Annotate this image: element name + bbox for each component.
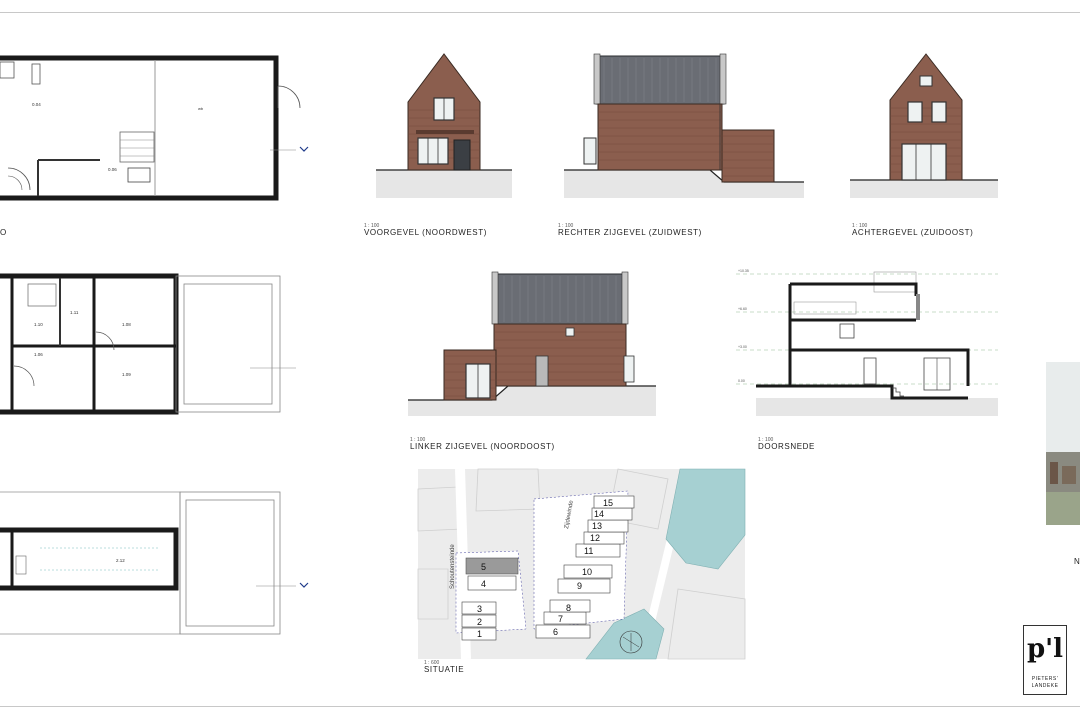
svg-text:+10.35: +10.35 [738,269,749,273]
logo-line-1: PIETERS' [1031,676,1059,682]
plot-10: 10 [582,567,592,577]
plot-11: 11 [584,546,593,556]
elevation-voorgevel [376,52,516,202]
plot-3: 3 [477,604,482,614]
ground-plan-caption: O [0,228,7,237]
sheet-bottom-border [0,706,1080,707]
plot-12: 12 [590,533,600,543]
svg-text:+6.60: +6.60 [738,307,747,311]
plot-4: 4 [481,579,486,589]
road-schoutensteinde: Schoutensteinde [450,544,456,589]
plot-1: 1 [477,629,482,639]
achter-caption: ACHTERGEVEL (ZUIDOOST) [852,228,974,237]
svg-text:1.08: 1.08 [122,322,131,327]
ground-floor-plan: 0.04 0.06 wb [0,50,320,210]
plot-14: 14 [594,509,604,519]
render-photo-thumbnail [1046,362,1080,525]
linker-caption: LINKER ZIJGEVEL (NOORDOOST) [410,442,555,451]
svg-text:2.12: 2.12 [116,558,125,563]
plot-5: 5 [481,562,486,572]
svg-text:1.11: 1.11 [70,310,79,315]
elevation-linker-zijgevel [408,270,658,420]
plot-9: 9 [577,581,582,591]
section-doorsnede: +10.35 +6.60 +3.00 0.00 [736,266,1006,426]
plot-13: 13 [592,521,602,531]
plot-7: 7 [558,614,563,624]
attic-floor-plan: 2.12 [0,490,320,640]
svg-text:1.10: 1.10 [34,322,43,327]
svg-text:0.00: 0.00 [738,379,745,383]
voorgevel-caption: VOORGEVEL (NOORDWEST) [364,228,487,237]
pieters-landeke-logo: p'l PIETERS' LANDEKE [1023,625,1067,695]
elevation-rechter-zijgevel [564,52,809,202]
svg-text:0.06: 0.06 [108,167,117,172]
sheet-top-border [0,12,1080,13]
first-floor-plan: 1.10 1.11 1.08 1.09 1.06 [0,270,320,420]
svg-text:1.09: 1.09 [122,372,131,377]
situatie-caption: SITUATIE [424,665,465,674]
logo-line-2: LANDEKE [1031,683,1059,689]
right-edge-caption: N [1074,557,1080,566]
svg-text:1.06: 1.06 [34,352,43,357]
rechter-caption: RECHTER ZIJGEVEL (ZUIDWEST) [558,228,702,237]
plot-8: 8 [566,603,571,613]
svg-text:0.04: 0.04 [32,102,41,107]
site-plan-situatie: 5 4 3 2 1 6 7 8 9 10 11 12 13 14 15 Scho… [417,468,746,660]
plot-15: 15 [603,498,613,508]
doorsnede-caption: DOORSNEDE [758,442,815,451]
plot-2: 2 [477,617,482,627]
svg-text:wb: wb [198,106,204,111]
elevation-achtergevel [850,52,1000,202]
logo-mark: p'l [1026,634,1064,664]
plot-6: 6 [553,627,558,637]
svg-text:+3.00: +3.00 [738,345,747,349]
